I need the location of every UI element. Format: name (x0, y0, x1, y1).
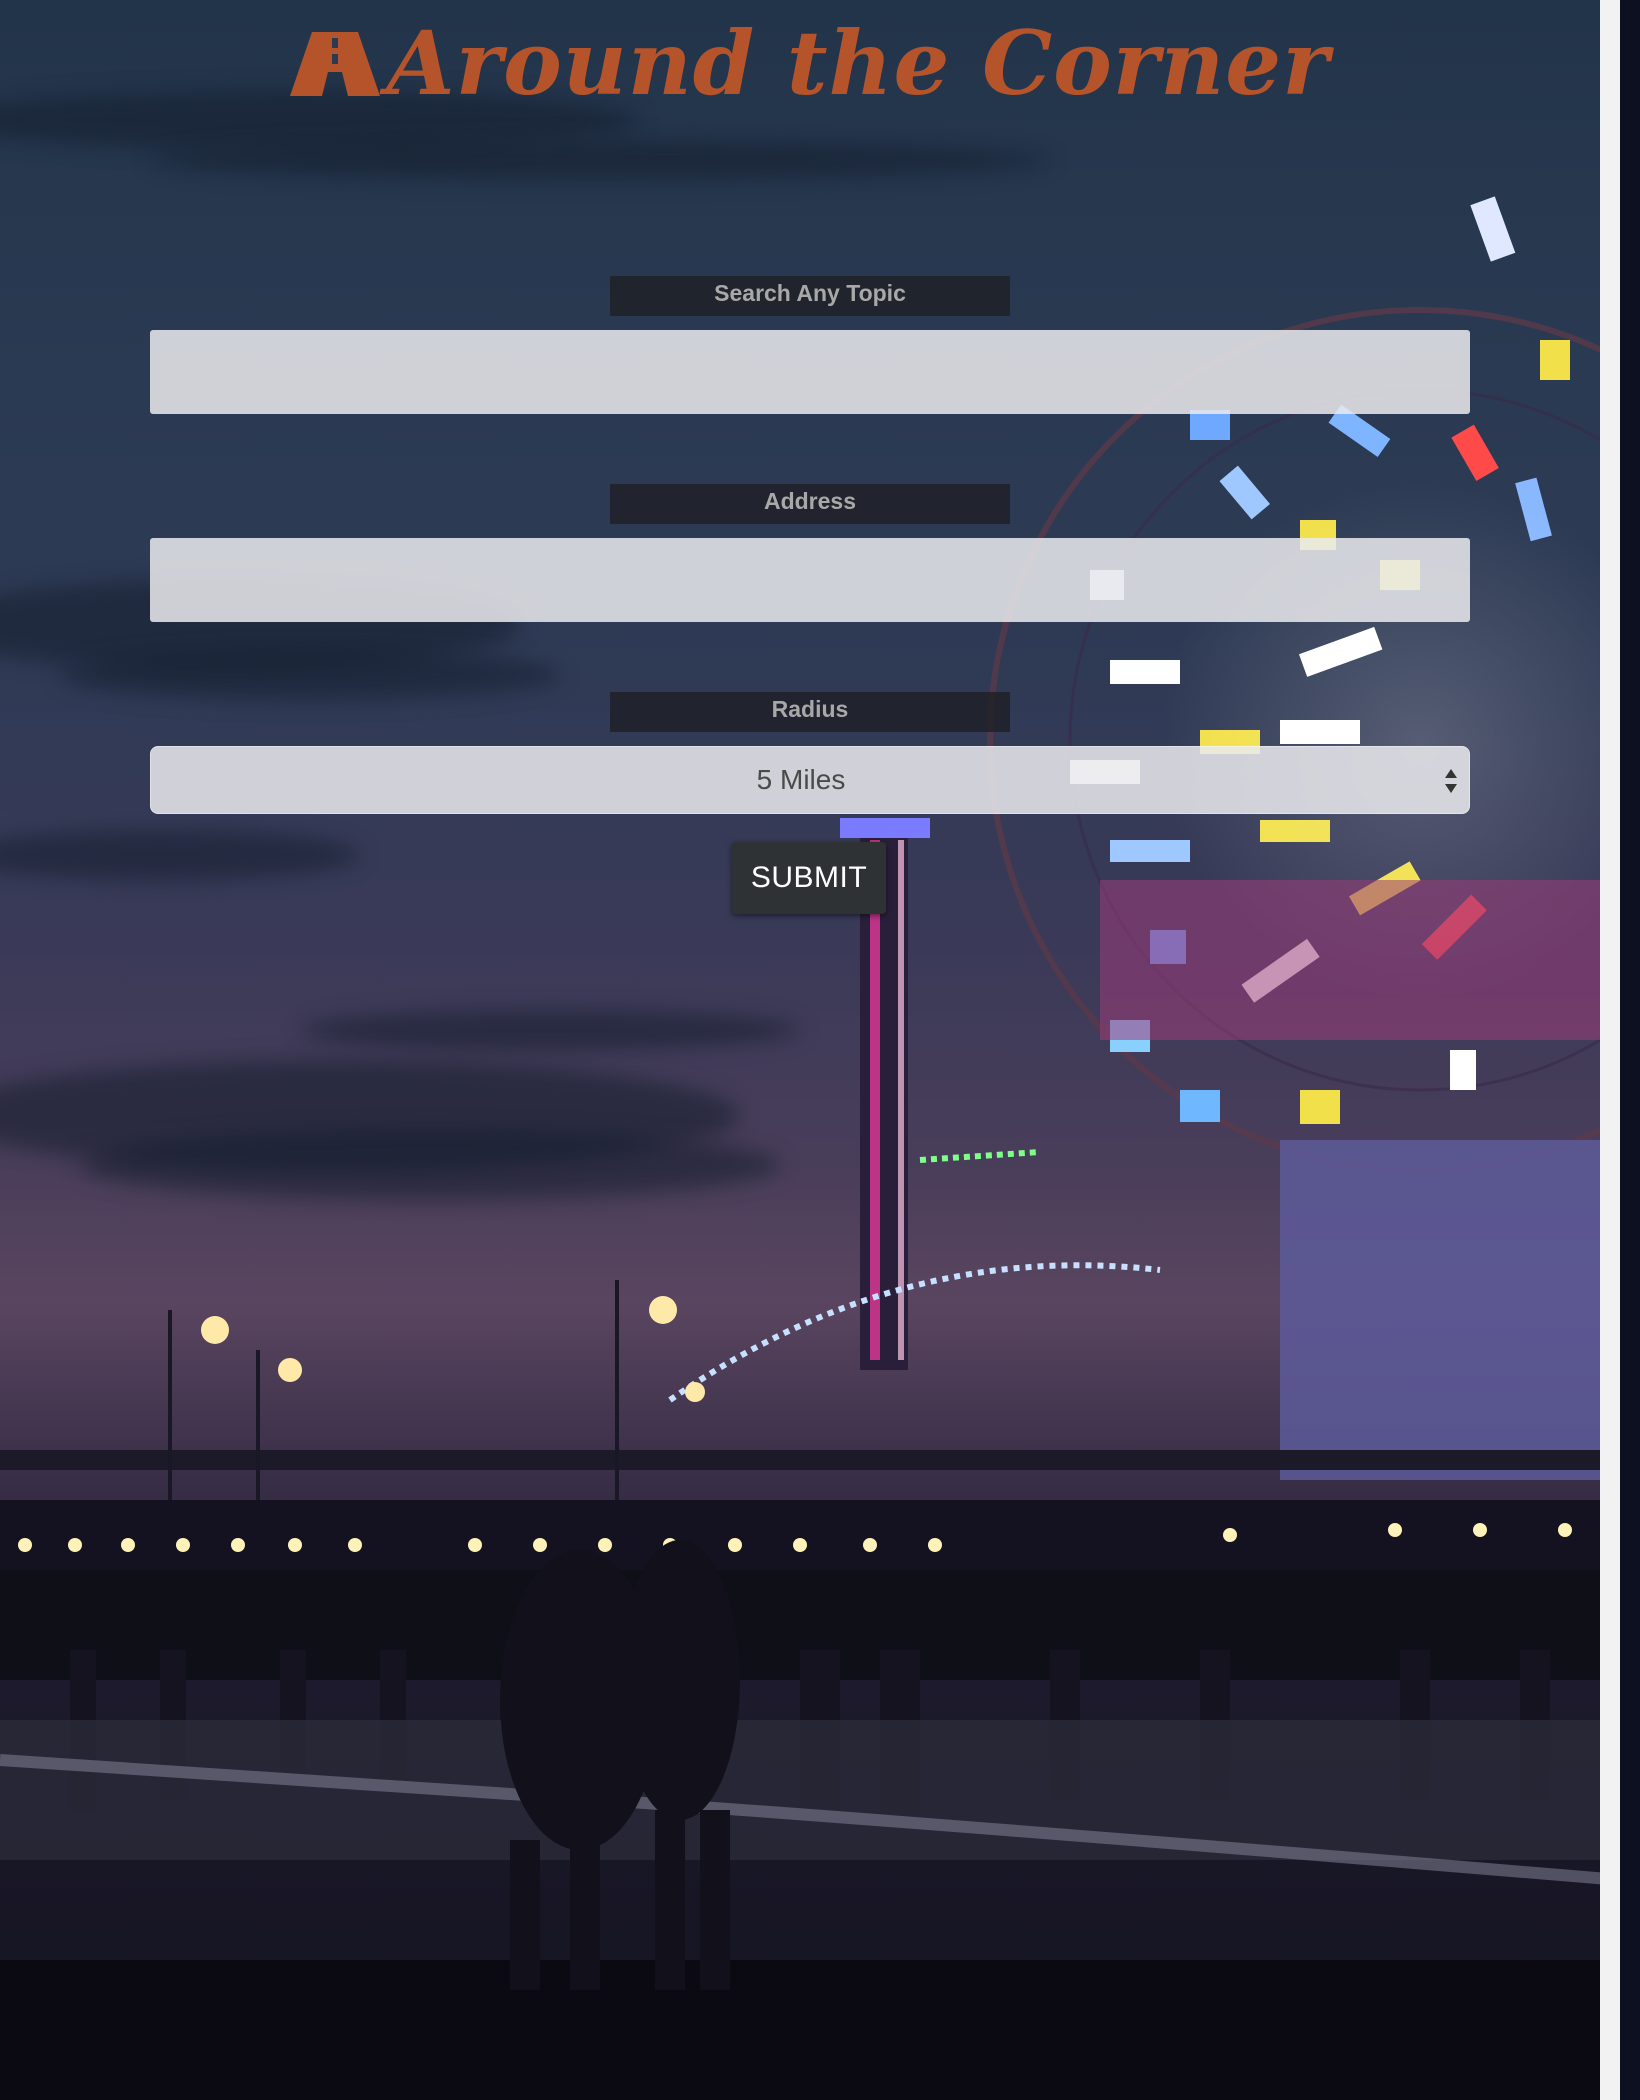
site-logo[interactable]: Around the Corner (0, 8, 1620, 120)
submit-button[interactable]: SUBMIT (732, 842, 886, 914)
radius-selected-value: 5 Miles (756, 764, 846, 795)
site-title: Around the Corner (386, 11, 1330, 115)
scrollbar-gutter (1600, 0, 1620, 2100)
road-icon (290, 10, 381, 120)
building (1280, 1140, 1620, 1480)
topic-input[interactable] (150, 330, 1470, 414)
radius-select[interactable]: 5 Miles (150, 746, 1470, 814)
people-silhouettes (500, 1540, 740, 1990)
select-arrows-icon (1445, 769, 1457, 793)
topic-label: Search Any Topic (610, 276, 1010, 316)
address-input[interactable] (150, 538, 1470, 622)
radius-label: Radius (610, 692, 1010, 732)
address-label: Address (610, 484, 1010, 524)
